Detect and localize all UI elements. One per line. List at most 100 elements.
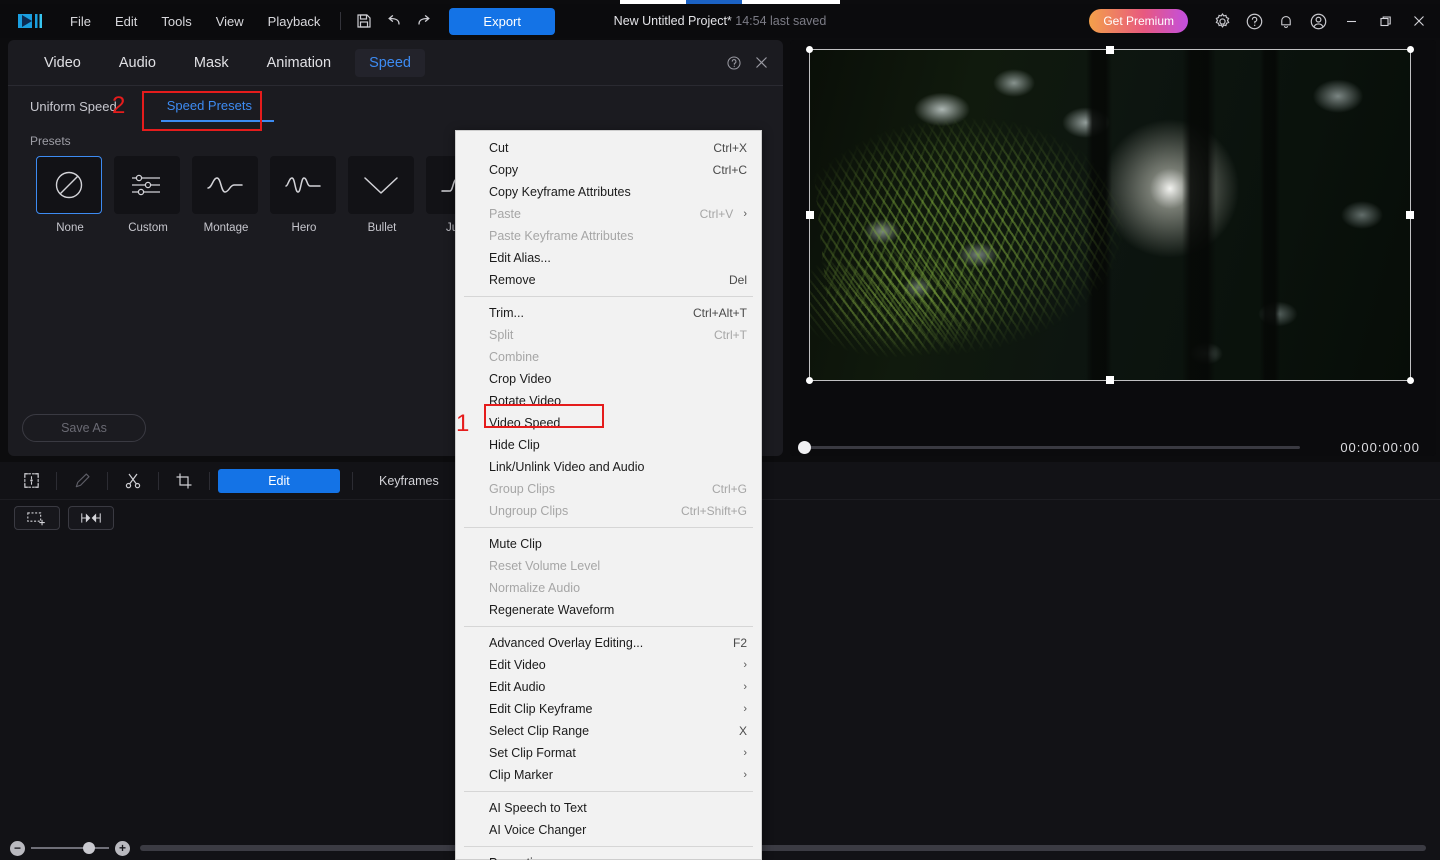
menu-item-ai-speech-to-text[interactable]: AI Speech to Text — [456, 797, 761, 819]
menu-item-hide-clip[interactable]: Hide Clip — [456, 434, 761, 456]
close-button[interactable] — [1402, 4, 1436, 38]
preset-bullet[interactable]: Bullet — [348, 156, 416, 234]
gear-icon[interactable] — [1206, 5, 1238, 37]
sliders-icon — [114, 156, 180, 214]
menu-item-mute-clip[interactable]: Mute Clip — [456, 533, 761, 555]
close-icon[interactable] — [754, 55, 769, 70]
clip-context-menu[interactable]: Cut Ctrl+X Copy Ctrl+C Copy Keyframe Attribu… — [455, 130, 762, 860]
selection-handle-tl[interactable] — [806, 46, 813, 53]
filmora-app-window: File Edit Tools View Playback Export New… — [0, 0, 1440, 860]
menu-item-label: Split — [489, 328, 514, 342]
preset-label: Custom — [128, 222, 168, 234]
zoom-in-button[interactable]: + — [115, 840, 130, 856]
tab-animation[interactable]: Animation — [253, 49, 345, 77]
zoom-slider-track[interactable] — [31, 842, 109, 854]
scrubber-knob[interactable] — [798, 440, 811, 454]
menu-item-advanced-overlay-editing[interactable]: Advanced Overlay Editing... F2 — [456, 632, 761, 654]
menu-item-shortcut: Ctrl+Shift+G — [680, 504, 747, 518]
menu-item-link-unlink-video-and-audio[interactable]: Link/Unlink Video and Audio — [456, 456, 761, 478]
menu-item-select-clip-range[interactable]: Select Clip Range X — [456, 720, 761, 742]
preset-label: Bullet — [367, 222, 397, 234]
preset-hero[interactable]: Hero — [270, 156, 338, 234]
selection-handle-left[interactable] — [806, 211, 814, 219]
account-icon[interactable] — [1302, 5, 1334, 37]
export-button[interactable]: Export — [449, 7, 555, 35]
zoom-out-button[interactable]: − — [10, 840, 25, 856]
save-as-button[interactable]: Save As — [22, 414, 146, 442]
selection-handle-br[interactable] — [1407, 377, 1414, 384]
menu-separator — [464, 527, 753, 528]
menu-item-edit-alias[interactable]: Edit Alias... — [456, 247, 761, 269]
draw-icon[interactable] — [65, 468, 99, 494]
help-icon[interactable] — [1238, 5, 1270, 37]
tab-audio[interactable]: Audio — [105, 49, 170, 77]
preset-montage[interactable]: Montage — [192, 156, 260, 234]
preview-timecode: 00:00:00:00 — [1340, 440, 1420, 455]
timeline-horizontal-scrollbar[interactable] — [140, 845, 1426, 851]
marker-icon[interactable] — [68, 506, 114, 530]
annotation-number-1: 1 — [456, 410, 470, 437]
menu-item-trim[interactable]: Trim... Ctrl+Alt+T — [456, 302, 761, 324]
menu-item-label: Edit Audio — [489, 680, 546, 694]
menu-item-edit-clip-keyframe[interactable]: Edit Clip Keyframe › — [456, 698, 761, 720]
preset-none[interactable]: None — [36, 156, 104, 234]
selection-handle-top[interactable] — [1106, 46, 1114, 54]
menu-view[interactable]: View — [204, 9, 256, 34]
restore-button[interactable] — [1368, 4, 1402, 38]
preview-scrubber[interactable] — [798, 440, 1300, 454]
menu-item-ai-voice-changer[interactable]: AI Voice Changer — [456, 819, 761, 841]
menu-tools[interactable]: Tools — [149, 9, 203, 34]
menu-item-label: Trim... — [489, 306, 524, 320]
menu-item-label: Hide Clip — [489, 438, 540, 452]
get-premium-button[interactable]: Get Premium — [1089, 9, 1188, 33]
hero-curve-icon — [270, 156, 336, 214]
selection-handle-bottom[interactable] — [1106, 376, 1114, 384]
menu-item-video-speed[interactable]: Video Speed — [456, 412, 761, 434]
subtab-uniform-speed[interactable]: Uniform Speed — [30, 99, 117, 121]
add-track-icon[interactable] — [14, 506, 60, 530]
selection-handle-bl[interactable] — [806, 377, 813, 384]
help-circle-icon[interactable] — [726, 55, 742, 71]
menu-item-crop-video[interactable]: Crop Video — [456, 368, 761, 390]
menu-item-label: Video Speed — [489, 416, 561, 430]
menu-item-copy[interactable]: Copy Ctrl+C — [456, 159, 761, 181]
menu-item-cut[interactable]: Cut Ctrl+X — [456, 137, 761, 159]
selection-handle-right[interactable] — [1406, 211, 1414, 219]
tab-speed[interactable]: Speed — [355, 48, 425, 77]
keyframes-label[interactable]: Keyframes — [379, 474, 439, 488]
menu-item-edit-video[interactable]: Edit Video › — [456, 654, 761, 676]
menu-item-regenerate-waveform[interactable]: Regenerate Waveform — [456, 599, 761, 621]
tab-video[interactable]: Video — [30, 49, 95, 77]
menu-item-remove[interactable]: Remove Del — [456, 269, 761, 291]
save-icon[interactable] — [349, 9, 379, 33]
scrubber-track[interactable] — [798, 440, 1300, 454]
menu-item-edit-audio[interactable]: Edit Audio › — [456, 676, 761, 698]
redo-icon[interactable] — [409, 9, 439, 33]
menu-file[interactable]: File — [58, 9, 103, 34]
menu-item-rotate-video[interactable]: Rotate Video — [456, 390, 761, 412]
zoom-slider-knob[interactable] — [83, 842, 95, 854]
undo-icon[interactable] — [379, 9, 409, 33]
subtab-speed-presets[interactable]: Speed Presets — [160, 98, 274, 122]
menu-item-clip-marker[interactable]: Clip Marker › — [456, 764, 761, 786]
menu-item-label: Copy — [489, 163, 519, 177]
menu-item-label: Advanced Overlay Editing... — [489, 636, 644, 650]
crop-icon[interactable] — [167, 468, 201, 494]
selection-handle-tr[interactable] — [1407, 46, 1414, 53]
menu-edit[interactable]: Edit — [103, 9, 149, 34]
menu-item-shortcut: Ctrl+V — [699, 207, 734, 221]
tab-mask[interactable]: Mask — [180, 49, 243, 77]
menu-separator — [464, 296, 753, 297]
chevron-right-icon: › — [743, 703, 747, 715]
preset-custom[interactable]: Custom — [114, 156, 182, 234]
edit-button[interactable]: Edit — [218, 468, 340, 493]
bell-icon[interactable] — [1270, 5, 1302, 37]
video-stage[interactable] — [806, 46, 1414, 384]
cut-icon[interactable] — [116, 468, 150, 494]
menu-item-properties[interactable]: Properties — [456, 852, 761, 860]
menu-item-set-clip-format[interactable]: Set Clip Format › — [456, 742, 761, 764]
minimize-button[interactable] — [1334, 4, 1368, 38]
menu-item-copy-keyframe-attributes[interactable]: Copy Keyframe Attributes — [456, 181, 761, 203]
menu-playback[interactable]: Playback — [256, 9, 333, 34]
auto-reframe-icon[interactable] — [14, 468, 48, 494]
